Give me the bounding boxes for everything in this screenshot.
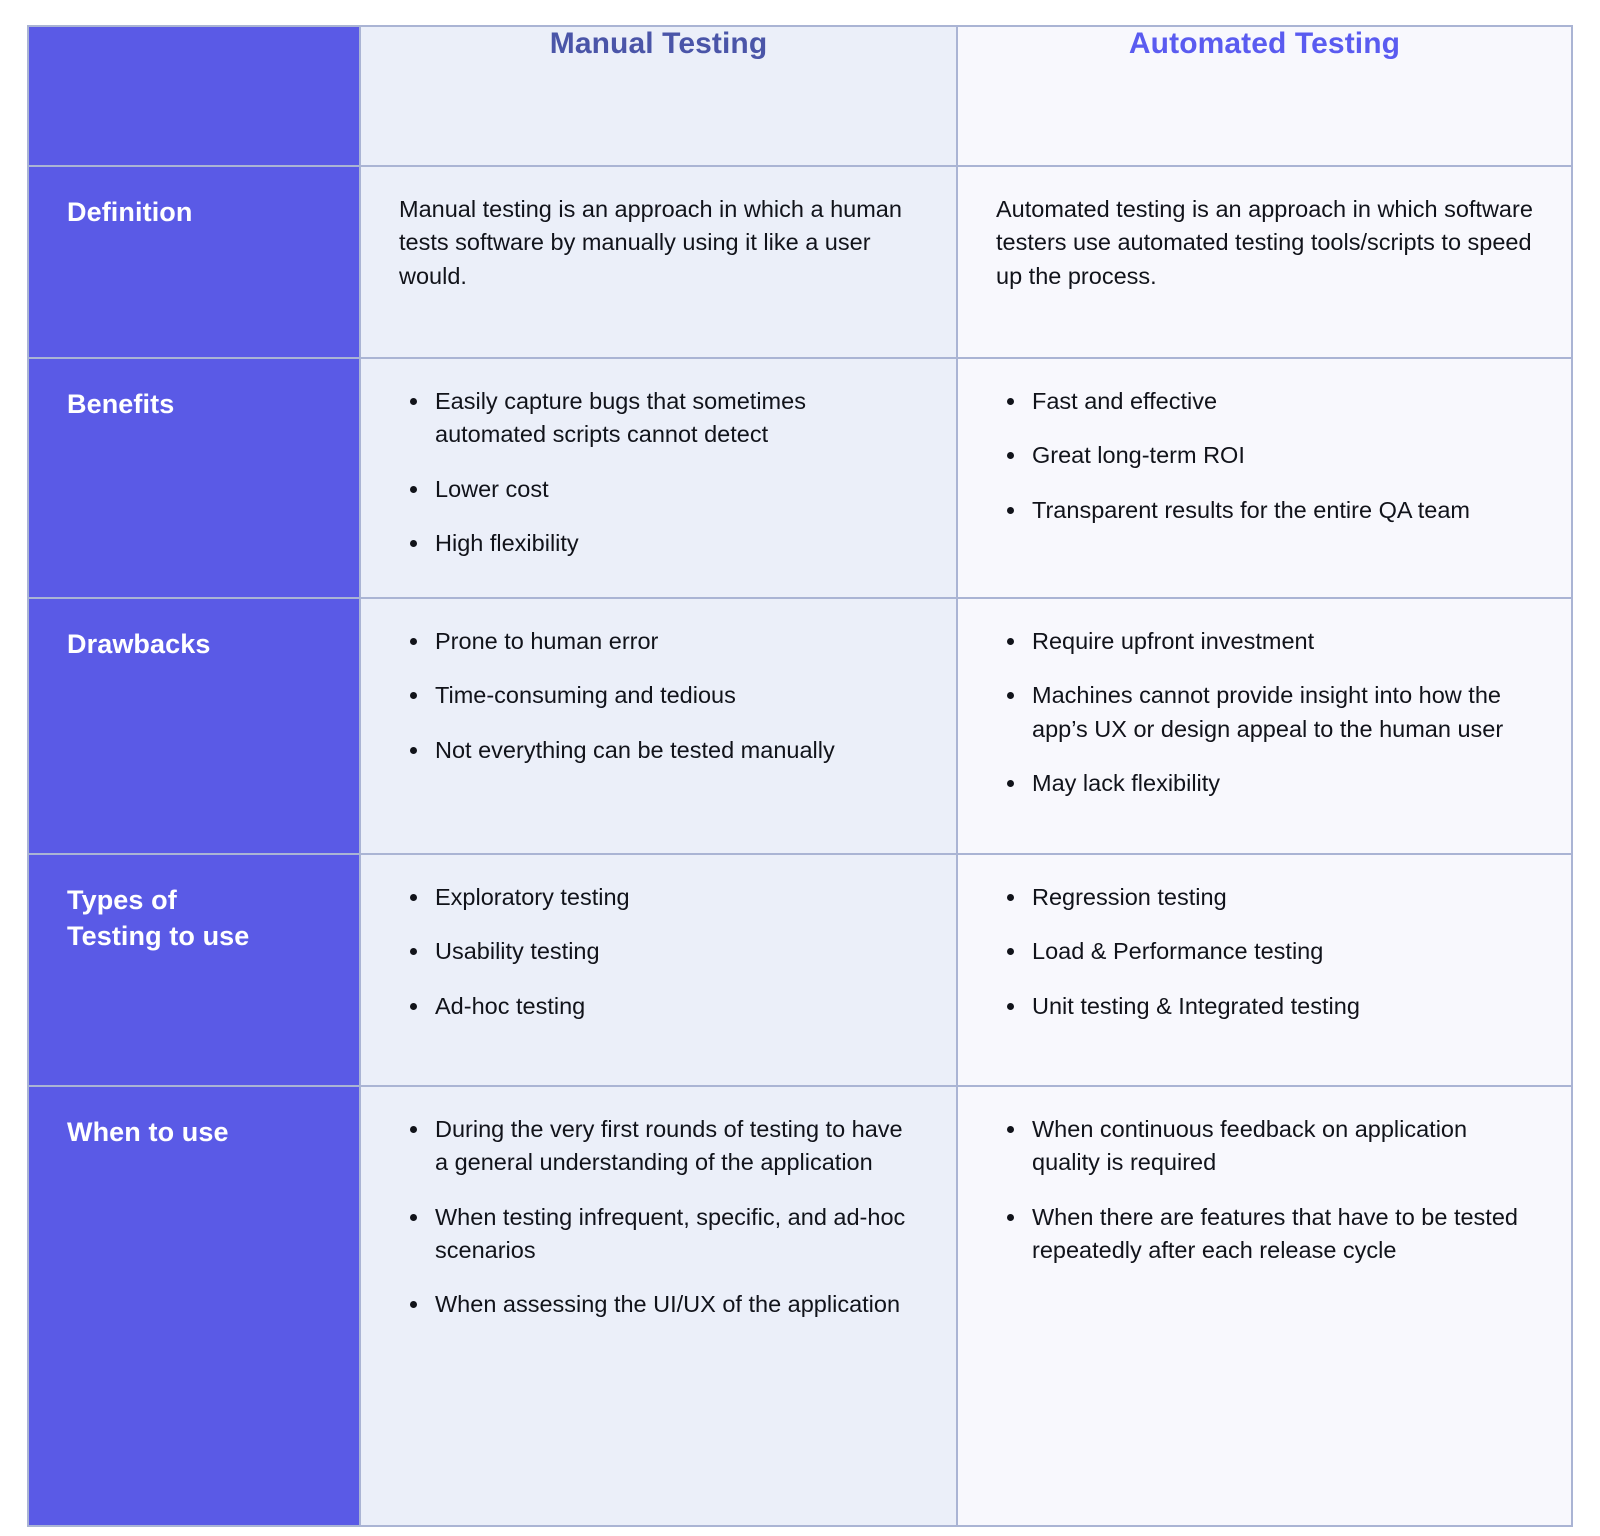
table-row-when-to-use: When to use During the very first rounds…: [27, 1085, 1573, 1527]
cell-definition-manual: Manual testing is an approach in which a…: [359, 165, 958, 359]
list-item: When assessing the UI/UX of the applicat…: [399, 1288, 922, 1321]
cell-types-manual: Exploratory testing Usability testing Ad…: [359, 853, 958, 1087]
cell-when-to-use-manual: During the very first rounds of testing …: [359, 1085, 958, 1527]
column-header-automated-testing: Automated Testing: [956, 25, 1573, 167]
list-item: Load & Performance testing: [996, 935, 1537, 968]
when-to-use-manual-list: During the very first rounds of testing …: [399, 1113, 922, 1322]
cell-when-to-use-automated: When continuous feedback on application …: [956, 1085, 1573, 1527]
when-to-use-automated-list: When continuous feedback on application …: [996, 1113, 1537, 1267]
list-item: Lower cost: [399, 473, 922, 506]
list-item: Unit testing & Integrated testing: [996, 990, 1537, 1023]
table-row-benefits: Benefits Easily capture bugs that someti…: [27, 357, 1573, 599]
list-item: Regression testing: [996, 881, 1537, 914]
list-item: Fast and effective: [996, 385, 1537, 418]
list-item: Easily capture bugs that sometimes autom…: [399, 385, 922, 452]
list-item: High flexibility: [399, 527, 922, 560]
list-item: When continuous feedback on application …: [996, 1113, 1537, 1180]
types-automated-list: Regression testing Load & Performance te…: [996, 881, 1537, 1023]
list-item: Exploratory testing: [399, 881, 922, 914]
list-item: Usability testing: [399, 935, 922, 968]
benefits-automated-list: Fast and effective Great long-term ROI T…: [996, 385, 1537, 527]
header-corner-cell: [27, 25, 361, 167]
row-label-drawbacks: Drawbacks: [27, 597, 361, 855]
list-item: Prone to human error: [399, 625, 922, 658]
cell-definition-automated: Automated testing is an approach in whic…: [956, 165, 1573, 359]
list-item: Ad-hoc testing: [399, 990, 922, 1023]
list-item: During the very first rounds of testing …: [399, 1113, 922, 1180]
definition-manual-text: Manual testing is an approach in which a…: [399, 196, 902, 289]
table-row-drawbacks: Drawbacks Prone to human error Time-cons…: [27, 597, 1573, 855]
cell-benefits-automated: Fast and effective Great long-term ROI T…: [956, 357, 1573, 599]
drawbacks-automated-list: Require upfront investment Machines cann…: [996, 625, 1537, 800]
cell-drawbacks-manual: Prone to human error Time-consuming and …: [359, 597, 958, 855]
row-label-definition: Definition: [27, 165, 361, 359]
row-label-line-2: Testing to use: [67, 920, 250, 951]
list-item: When there are features that have to be …: [996, 1201, 1537, 1268]
cell-drawbacks-automated: Require upfront investment Machines cann…: [956, 597, 1573, 855]
row-label-types-of-testing: Types of Testing to use: [27, 853, 361, 1087]
table-row-definition: Definition Manual testing is an approach…: [27, 165, 1573, 359]
column-header-manual-testing: Manual Testing: [359, 25, 958, 167]
table-row-types-of-testing: Types of Testing to use Exploratory test…: [27, 853, 1573, 1087]
types-manual-list: Exploratory testing Usability testing Ad…: [399, 881, 922, 1023]
cell-types-automated: Regression testing Load & Performance te…: [956, 853, 1573, 1087]
definition-automated-text: Automated testing is an approach in whic…: [996, 196, 1533, 289]
list-item: Not everything can be tested manually: [399, 734, 922, 767]
table-header-row: Manual Testing Automated Testing: [27, 25, 1573, 167]
list-item: Machines cannot provide insight into how…: [996, 679, 1537, 746]
benefits-manual-list: Easily capture bugs that sometimes autom…: [399, 385, 922, 560]
list-item: Great long-term ROI: [996, 439, 1537, 472]
list-item: When testing infrequent, specific, and a…: [399, 1201, 922, 1268]
testing-comparison-table: Manual Testing Automated Testing Definit…: [27, 25, 1573, 1527]
list-item: Require upfront investment: [996, 625, 1537, 658]
list-item: Time-consuming and tedious: [399, 679, 922, 712]
page-container: Manual Testing Automated Testing Definit…: [0, 0, 1600, 1536]
list-item: Transparent results for the entire QA te…: [996, 494, 1537, 527]
row-label-benefits: Benefits: [27, 357, 361, 599]
row-label-when-to-use: When to use: [27, 1085, 361, 1527]
cell-benefits-manual: Easily capture bugs that sometimes autom…: [359, 357, 958, 599]
list-item: May lack flexibility: [996, 767, 1537, 800]
row-label-line-1: Types of: [67, 885, 177, 915]
drawbacks-manual-list: Prone to human error Time-consuming and …: [399, 625, 922, 767]
